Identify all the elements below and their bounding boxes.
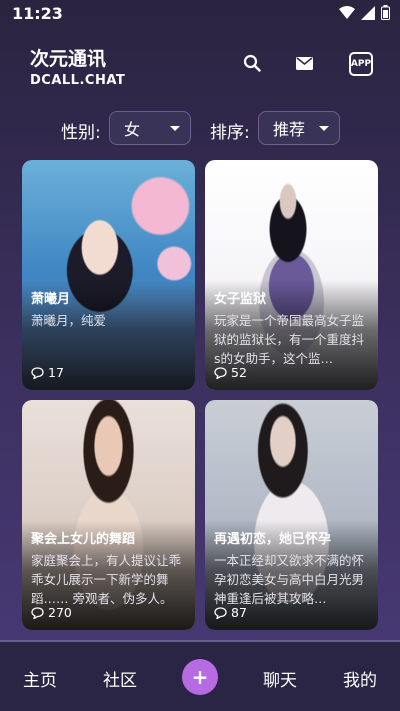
tab-home[interactable]: 主页 xyxy=(23,666,57,691)
app-download-button[interactable]: APP xyxy=(349,52,373,76)
comment-icon xyxy=(214,606,227,619)
sort-label: 排序: xyxy=(210,123,250,143)
filter-bar: 性别: 女 排序: 推荐 xyxy=(0,111,400,147)
comment-count: 270 xyxy=(31,605,72,620)
sort-select[interactable]: 推荐 xyxy=(258,111,340,145)
status-icons xyxy=(339,5,390,20)
character-grid: 萧曦月 萧曦月，纯爱 17 女子监狱 玩家是一个帝国最高女子监狱的监狱长，有一个… xyxy=(0,160,400,640)
comment-count-value: 270 xyxy=(48,605,72,620)
card-title: 聚会上女儿的舞蹈 xyxy=(31,532,136,547)
mail-icon[interactable] xyxy=(296,57,313,70)
comment-icon xyxy=(214,366,227,379)
card-description: 家庭聚会上，有人提议让乖乖女儿展示一下新学的舞蹈…… 旁观者、伪多人。 xyxy=(31,553,182,606)
comment-icon xyxy=(31,366,44,379)
comment-count-value: 52 xyxy=(231,365,247,380)
comment-count-value: 87 xyxy=(231,605,247,620)
card-title: 再遇初恋，她已怀孕 xyxy=(214,532,332,547)
bottom-tab-bar: 主页 社区 + 聊天 我的 xyxy=(0,642,400,711)
comment-count: 87 xyxy=(214,605,247,620)
card-description: 萧曦月，纯爱 xyxy=(31,313,107,328)
gender-select[interactable]: 女 xyxy=(109,111,191,145)
card-description: 玩家是一个帝国最高女子监狱的监狱长，有一个重度抖s的女助手，这个监… xyxy=(214,313,365,366)
tab-community[interactable]: 社区 xyxy=(103,666,137,691)
card-title: 萧曦月 xyxy=(31,292,71,307)
comment-count: 17 xyxy=(31,365,64,380)
character-card[interactable]: 萧曦月 萧曦月，纯爱 17 xyxy=(22,160,195,390)
status-time: 11:23 xyxy=(12,4,63,23)
plus-icon: + xyxy=(191,665,209,689)
status-bar: 11:23 xyxy=(0,0,400,28)
search-icon[interactable] xyxy=(243,54,261,72)
app-title: 次元通讯 xyxy=(30,48,107,70)
sort-value: 推荐 xyxy=(273,120,306,139)
app-subtitle: DCALL.CHAT xyxy=(30,73,126,88)
character-card[interactable]: 再遇初恋，她已怀孕 一本正经却又欲求不满的怀孕初恋美女与高中白月光男神重逢后被其… xyxy=(205,400,378,630)
app-badge-label: APP xyxy=(350,59,372,69)
chevron-down-icon xyxy=(319,125,329,131)
wifi-icon xyxy=(339,5,355,19)
character-card[interactable]: 女子监狱 玩家是一个帝国最高女子监狱的监狱长，有一个重度抖s的女助手，这个监… … xyxy=(205,160,378,390)
gender-label: 性别: xyxy=(61,123,101,143)
signal-icon xyxy=(361,5,375,20)
create-button[interactable]: + xyxy=(182,659,218,695)
comment-icon xyxy=(31,606,44,619)
tab-me[interactable]: 我的 xyxy=(343,666,377,691)
comment-count: 52 xyxy=(214,365,247,380)
card-title: 女子监狱 xyxy=(214,292,267,307)
comment-count-value: 17 xyxy=(48,365,64,380)
card-description: 一本正经却又欲求不满的怀孕初恋美女与高中白月光男神重逢后被其攻略… xyxy=(214,553,365,606)
chevron-down-icon xyxy=(170,125,180,131)
tab-chat[interactable]: 聊天 xyxy=(263,666,297,691)
app-header: 次元通讯 DCALL.CHAT APP xyxy=(0,40,400,100)
gender-value: 女 xyxy=(124,120,141,139)
battery-icon xyxy=(381,5,390,20)
character-card[interactable]: 聚会上女儿的舞蹈 家庭聚会上，有人提议让乖乖女儿展示一下新学的舞蹈…… 旁观者、… xyxy=(22,400,195,630)
